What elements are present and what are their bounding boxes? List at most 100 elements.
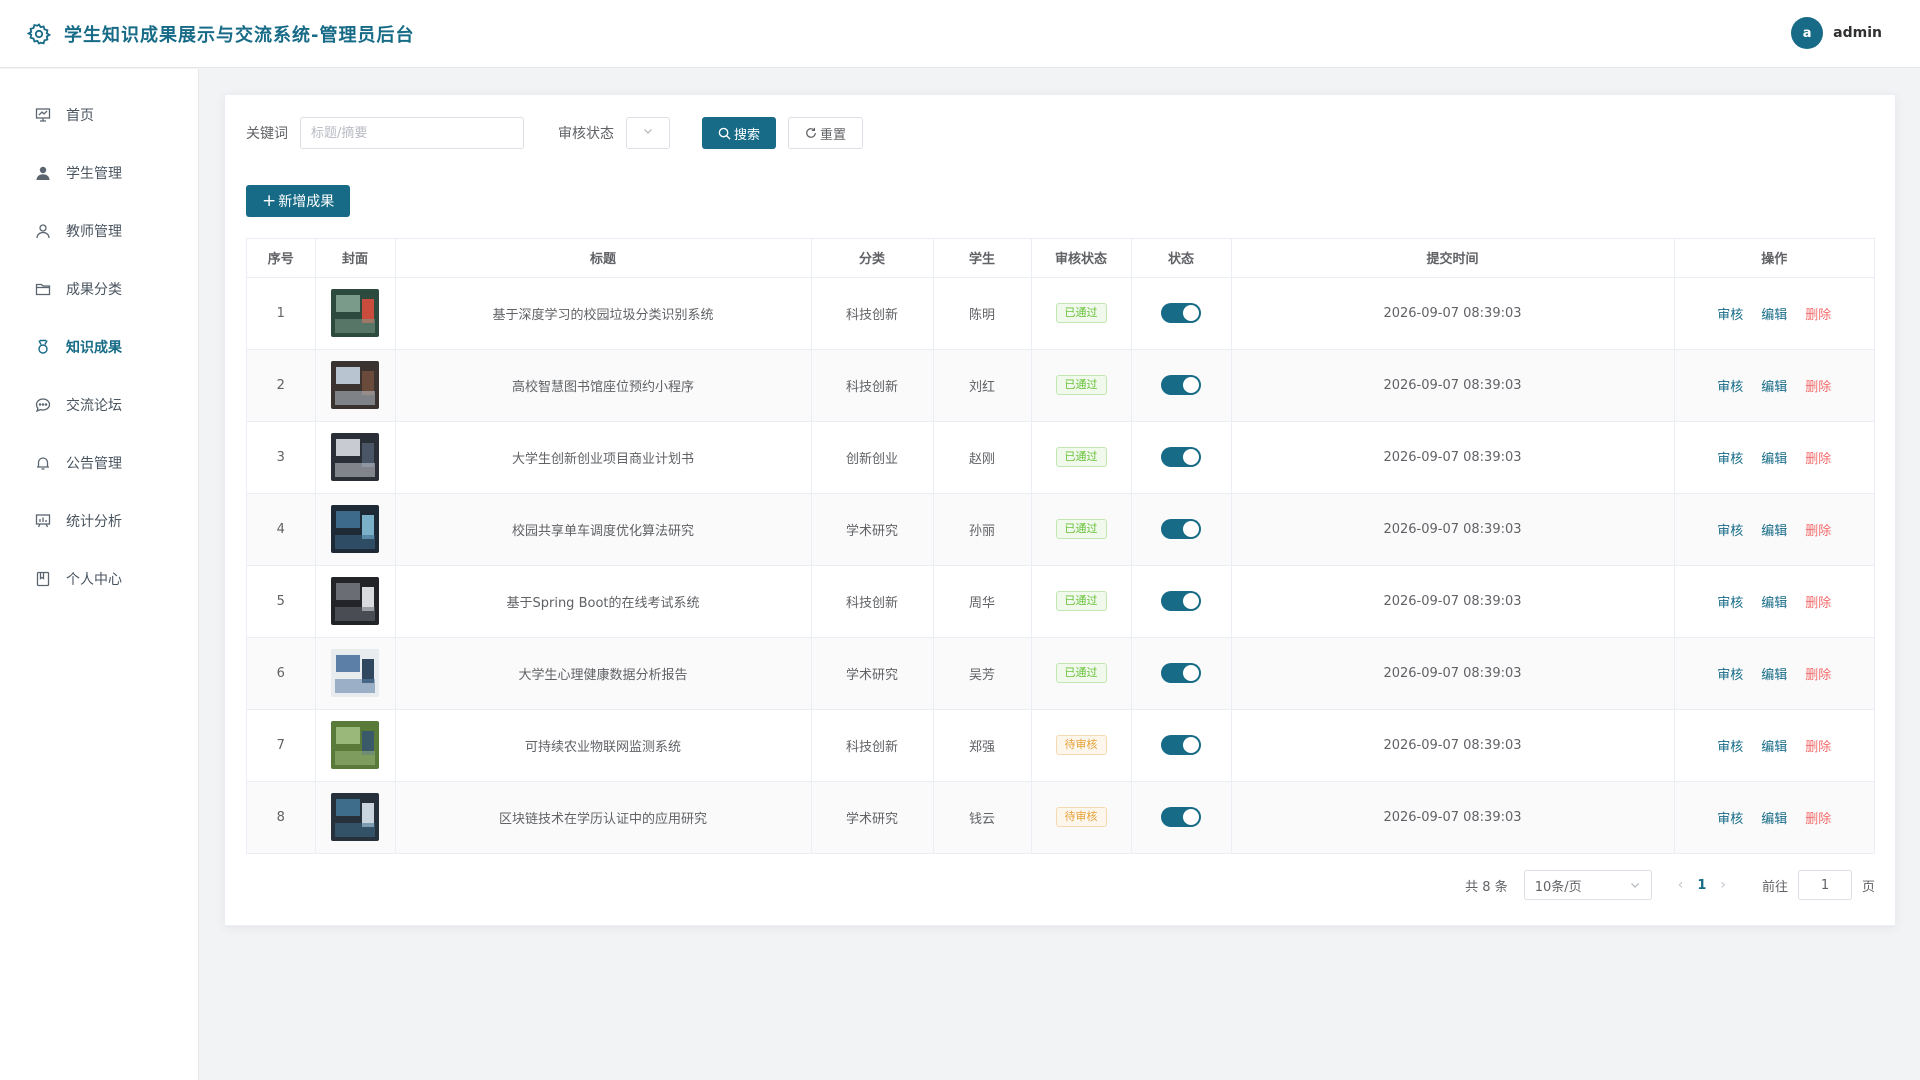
review-button[interactable]: 审核 <box>1717 380 1743 395</box>
sidebar-item-teachers[interactable]: 教师管理 <box>0 202 198 260</box>
delete-button[interactable]: 删除 <box>1805 740 1831 755</box>
bell-icon <box>34 454 52 472</box>
table-row: 8 区块链技术在学历认证中的应用研究 学术研究 钱云 待审核 2026-09-07 08:… <box>247 781 1874 853</box>
table-row: 7 可持续农业物联网监测系统 科技创新 郑强 待审核 2026-09-07 08:39:0… <box>247 709 1874 782</box>
sidebar: 首页 学生管理 教师管理 成果分类 知识成果 交流论坛 公告管理 统计分析 个人… <box>0 69 199 1080</box>
sidebar-item-categories[interactable]: 成果分类 <box>0 260 198 318</box>
delete-button[interactable]: 删除 <box>1805 524 1831 539</box>
title-cell: 基于深度学习的校园垃圾分类识别系统 <box>395 277 812 350</box>
page-size-select[interactable]: 10条/页 <box>1523 870 1652 900</box>
student-cell: 赵刚 <box>933 421 1032 494</box>
review-button[interactable]: 审核 <box>1717 308 1743 323</box>
review-button[interactable]: 审核 <box>1717 812 1743 827</box>
username[interactable]: admin <box>1833 25 1882 41</box>
status-toggle[interactable] <box>1161 375 1201 395</box>
student-cell: 孙丽 <box>933 493 1032 566</box>
edit-button[interactable]: 编辑 <box>1761 812 1787 827</box>
title-cell: 高校智慧图书馆座位预约小程序 <box>395 349 812 422</box>
actions-cell: 审核 编辑 删除 <box>1674 421 1874 494</box>
status-toggle[interactable] <box>1161 303 1201 323</box>
edit-button[interactable]: 编辑 <box>1761 668 1787 683</box>
top-header: 学生知识成果展示与交流系统-管理员后台 a admin <box>0 0 1920 68</box>
delete-button[interactable]: 删除 <box>1805 668 1831 683</box>
sidebar-item-home[interactable]: 首页 <box>0 86 198 144</box>
page-number[interactable]: 1 <box>1697 878 1706 893</box>
row-index: 2 <box>247 349 316 422</box>
status-badge: 待审核 <box>1055 735 1107 755</box>
sidebar-item-notices[interactable]: 公告管理 <box>0 434 198 492</box>
delete-button[interactable]: 删除 <box>1805 308 1831 323</box>
cover-image[interactable] <box>331 577 379 625</box>
edit-button[interactable]: 编辑 <box>1761 524 1787 539</box>
submit-time-cell: 2026-09-07 08:39:03 <box>1231 277 1675 350</box>
cover-cell <box>315 277 396 350</box>
status-toggle[interactable] <box>1161 735 1201 755</box>
cover-image[interactable] <box>331 361 379 409</box>
goto-label: 前往 <box>1761 879 1788 895</box>
search-icon <box>718 127 731 140</box>
notebook-icon <box>34 570 52 588</box>
sidebar-item-forum[interactable]: 交流论坛 <box>0 376 198 434</box>
sidebar-item-label: 交流论坛 <box>66 398 122 414</box>
cover-image[interactable] <box>331 433 379 481</box>
status-toggle[interactable] <box>1161 447 1201 467</box>
edit-button[interactable]: 编辑 <box>1761 308 1787 323</box>
search-button[interactable]: 搜索 <box>702 117 777 149</box>
student-cell: 周华 <box>933 565 1032 638</box>
actions-cell: 审核 编辑 删除 <box>1674 349 1874 422</box>
cover-image[interactable] <box>331 649 379 697</box>
edit-button[interactable]: 编辑 <box>1761 596 1787 611</box>
audit-status-select[interactable] <box>626 117 670 149</box>
add-button-label: 新增成果 <box>278 194 335 210</box>
sidebar-item-profile[interactable]: 个人中心 <box>0 550 198 608</box>
sidebar-item-statistics[interactable]: 统计分析 <box>0 492 198 550</box>
review-button[interactable]: 审核 <box>1717 740 1743 755</box>
row-index: 7 <box>247 709 316 782</box>
review-button[interactable]: 审核 <box>1717 452 1743 467</box>
edit-button[interactable]: 编辑 <box>1761 740 1787 755</box>
next-page-icon[interactable]: › <box>1720 877 1726 893</box>
delete-button[interactable]: 删除 <box>1805 452 1831 467</box>
delete-button[interactable]: 删除 <box>1805 812 1831 827</box>
row-index: 5 <box>247 565 316 638</box>
add-achievement-button[interactable]: + 新增成果 <box>246 185 351 217</box>
review-button[interactable]: 审核 <box>1717 668 1743 683</box>
review-button[interactable]: 审核 <box>1717 524 1743 539</box>
review-button[interactable]: 审核 <box>1717 596 1743 611</box>
chevron-down-icon <box>642 125 654 141</box>
status-toggle[interactable] <box>1161 807 1201 828</box>
keyword-label: 关键词 <box>246 126 288 142</box>
delete-button[interactable]: 删除 <box>1805 596 1831 611</box>
column-header: 学生 <box>933 239 1032 278</box>
submit-time-cell: 2026-09-07 08:39:03 <box>1231 493 1675 566</box>
status-toggle[interactable] <box>1161 519 1201 539</box>
edit-button[interactable]: 编辑 <box>1761 452 1787 467</box>
cover-image[interactable] <box>331 505 379 553</box>
audit-status-label: 审核状态 <box>558 126 614 142</box>
delete-button[interactable]: 删除 <box>1805 380 1831 395</box>
status-badge: 已通过 <box>1055 519 1107 539</box>
status-toggle[interactable] <box>1161 663 1201 683</box>
audit-cell: 待审核 <box>1031 781 1132 853</box>
cover-image[interactable] <box>331 721 379 769</box>
column-header: 标题 <box>395 239 812 278</box>
refresh-icon <box>805 127 817 139</box>
avatar[interactable]: a <box>1791 17 1824 49</box>
prev-page-icon[interactable]: ‹ <box>1678 877 1684 893</box>
sidebar-item-achievements[interactable]: 知识成果 <box>0 318 198 376</box>
cover-image[interactable] <box>331 793 379 842</box>
status-toggle[interactable] <box>1161 591 1201 611</box>
keyword-input[interactable] <box>300 117 524 149</box>
reset-button[interactable]: 重置 <box>788 117 864 149</box>
audit-cell: 已通过 <box>1031 349 1132 422</box>
cover-image[interactable] <box>331 289 379 337</box>
sidebar-item-students[interactable]: 学生管理 <box>0 144 198 202</box>
edit-button[interactable]: 编辑 <box>1761 380 1787 395</box>
user-menu[interactable]: a admin <box>1791 17 1882 49</box>
actions-cell: 审核 编辑 删除 <box>1674 781 1874 853</box>
page-size-value: 10条/页 <box>1534 879 1582 895</box>
audit-cell: 已通过 <box>1031 493 1132 566</box>
goto-page-input[interactable] <box>1797 870 1852 900</box>
student-cell: 陈明 <box>933 277 1032 350</box>
app-title: 学生知识成果展示与交流系统-管理员后台 <box>64 24 415 46</box>
